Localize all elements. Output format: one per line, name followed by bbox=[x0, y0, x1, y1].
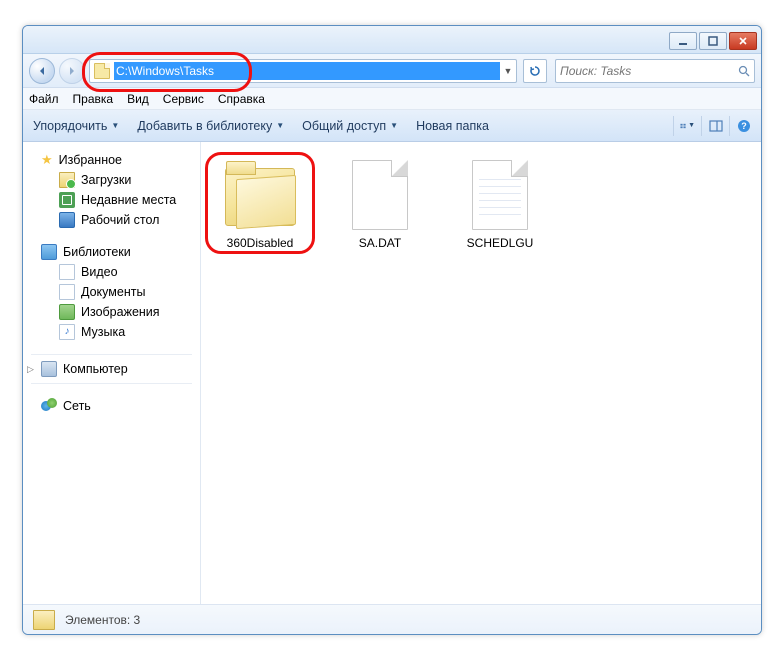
preview-pane-button[interactable] bbox=[701, 116, 723, 136]
body: ★Избранное Загрузки Недавние места Рабоч… bbox=[23, 142, 761, 604]
sidebar-pictures[interactable]: Изображения bbox=[23, 302, 200, 322]
star-icon: ★ bbox=[41, 152, 53, 168]
address-bar[interactable]: C:\Windows\Tasks ▼ bbox=[89, 59, 517, 83]
minimize-button[interactable] bbox=[669, 32, 697, 50]
search-box[interactable] bbox=[555, 59, 755, 83]
address-text: C:\Windows\Tasks bbox=[114, 62, 500, 80]
sidebar-desktop[interactable]: Рабочий стол bbox=[23, 210, 200, 230]
refresh-button[interactable] bbox=[523, 59, 547, 83]
menu-file[interactable]: Файл bbox=[29, 92, 59, 106]
address-dropdown-icon[interactable]: ▼ bbox=[500, 66, 516, 76]
item-label: SCHEDLGU bbox=[451, 236, 549, 250]
navbar: C:\Windows\Tasks ▼ bbox=[23, 54, 761, 88]
file-item-schedlgu[interactable]: SCHEDLGU bbox=[451, 160, 549, 250]
svg-text:?: ? bbox=[741, 121, 747, 131]
titlebar bbox=[23, 26, 761, 54]
sidebar-music[interactable]: ♪Музыка bbox=[23, 322, 200, 342]
help-button[interactable]: ? bbox=[729, 116, 751, 136]
network-icon bbox=[41, 398, 57, 414]
folder-icon bbox=[33, 610, 55, 630]
new-folder-button[interactable]: Новая папка bbox=[416, 119, 489, 133]
search-input[interactable] bbox=[560, 64, 734, 78]
item-label: SA.DAT bbox=[331, 236, 429, 250]
menu-view[interactable]: Вид bbox=[127, 92, 149, 106]
folder-item-360disabled[interactable]: 360Disabled bbox=[211, 160, 309, 250]
music-icon: ♪ bbox=[59, 324, 75, 340]
sidebar-computer[interactable]: ▷Компьютер bbox=[23, 359, 200, 379]
explorer-window: C:\Windows\Tasks ▼ Файл Правка Вид Серви… bbox=[22, 25, 762, 635]
close-button[interactable] bbox=[729, 32, 757, 50]
status-bar: Элементов: 3 bbox=[23, 604, 761, 634]
folder-icon bbox=[94, 63, 110, 79]
sidebar-network[interactable]: Сеть bbox=[23, 396, 200, 416]
view-options-button[interactable]: ▼ bbox=[673, 116, 695, 136]
forward-button[interactable] bbox=[59, 58, 85, 84]
organize-button[interactable]: Упорядочить▼ bbox=[33, 119, 119, 133]
sidebar-downloads[interactable]: Загрузки bbox=[23, 170, 200, 190]
file-icon bbox=[472, 160, 528, 230]
search-icon bbox=[738, 65, 750, 77]
favorites-header[interactable]: ★Избранное bbox=[23, 150, 200, 170]
libraries-header[interactable]: Библиотеки bbox=[23, 242, 200, 262]
nav-pane: ★Избранное Загрузки Недавние места Рабоч… bbox=[23, 142, 201, 604]
recent-icon bbox=[59, 192, 75, 208]
downloads-icon bbox=[59, 172, 75, 188]
status-text: Элементов: 3 bbox=[65, 613, 140, 627]
menu-help[interactable]: Справка bbox=[218, 92, 265, 106]
sidebar-recent[interactable]: Недавние места bbox=[23, 190, 200, 210]
share-button[interactable]: Общий доступ▼ bbox=[302, 119, 398, 133]
content-pane[interactable]: 360Disabled SA.DAT SCHEDLGU bbox=[201, 142, 761, 604]
back-button[interactable] bbox=[29, 58, 55, 84]
menu-tools[interactable]: Сервис bbox=[163, 92, 204, 106]
libraries-icon bbox=[41, 244, 57, 260]
documents-icon bbox=[59, 284, 75, 300]
pictures-icon bbox=[59, 304, 75, 320]
video-icon bbox=[59, 264, 75, 280]
item-label: 360Disabled bbox=[211, 236, 309, 250]
computer-icon bbox=[41, 361, 57, 377]
sidebar-video[interactable]: Видео bbox=[23, 262, 200, 282]
maximize-button[interactable] bbox=[699, 32, 727, 50]
menubar: Файл Правка Вид Сервис Справка bbox=[23, 88, 761, 110]
toolbar: Упорядочить▼ Добавить в библиотеку▼ Общи… bbox=[23, 110, 761, 142]
file-item-sa-dat[interactable]: SA.DAT bbox=[331, 160, 429, 250]
desktop-icon bbox=[59, 212, 75, 228]
add-library-button[interactable]: Добавить в библиотеку▼ bbox=[137, 119, 284, 133]
menu-edit[interactable]: Правка bbox=[73, 92, 114, 106]
sidebar-documents[interactable]: Документы bbox=[23, 282, 200, 302]
file-icon bbox=[352, 160, 408, 230]
folder-icon bbox=[225, 168, 295, 226]
